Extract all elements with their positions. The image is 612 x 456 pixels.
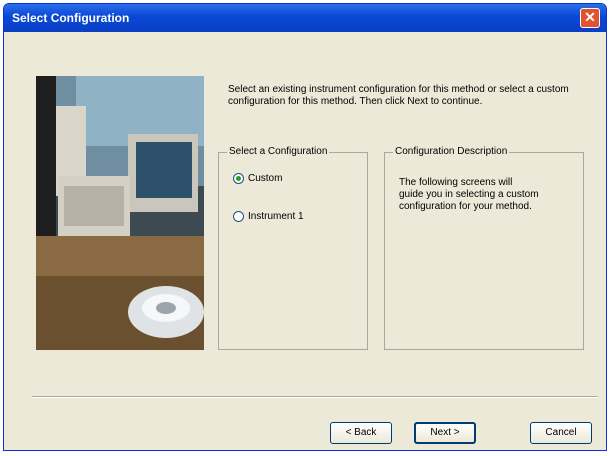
next-button[interactable]: Next > <box>414 422 476 444</box>
configuration-group: Select a Configuration Custom Instrument… <box>218 146 368 350</box>
close-icon[interactable]: ✕ <box>580 8 600 28</box>
description-group: Configuration Description The following … <box>384 146 584 350</box>
configuration-group-legend: Select a Configuration <box>227 146 330 157</box>
radio-instrument-1[interactable] <box>233 211 244 222</box>
cancel-button[interactable]: Cancel <box>530 422 592 444</box>
option-custom-label: Custom <box>248 173 283 184</box>
option-instrument-1-label: Instrument 1 <box>248 211 304 222</box>
lab-instrument-photo <box>36 76 204 350</box>
wizard-image <box>36 76 204 350</box>
window-title: Select Configuration <box>12 11 130 25</box>
title-bar[interactable]: Select Configuration ✕ <box>4 4 606 32</box>
description-group-legend: Configuration Description <box>393 146 510 157</box>
radio-custom[interactable] <box>233 173 244 184</box>
option-instrument-1[interactable]: Instrument 1 <box>233 211 304 222</box>
back-button[interactable]: < Back <box>330 422 392 444</box>
divider <box>32 396 598 398</box>
dialog-window: Select Configuration ✕ Select an existin… <box>3 3 607 451</box>
intro-text: Select an existing instrument configurat… <box>228 84 569 107</box>
option-custom[interactable]: Custom <box>233 173 282 184</box>
description-text: The following screens will guide you in … <box>399 177 539 212</box>
